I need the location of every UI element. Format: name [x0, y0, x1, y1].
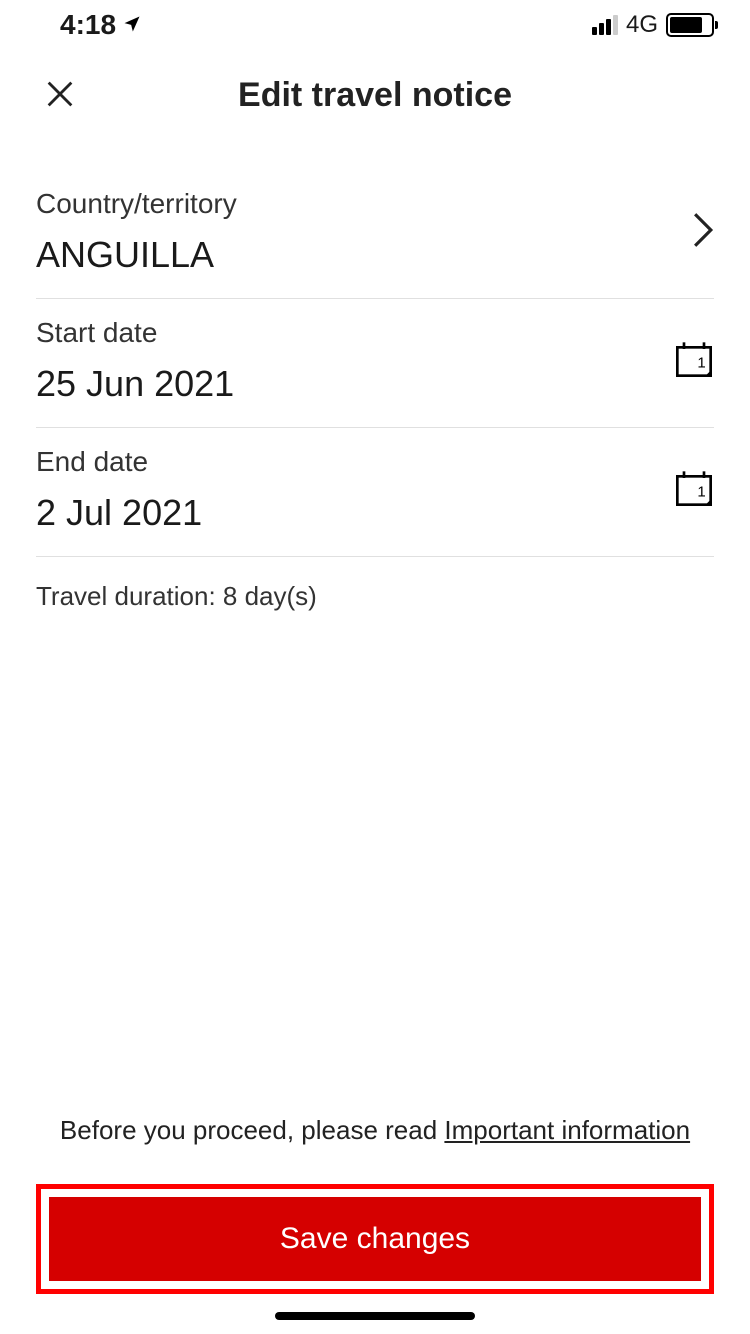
status-bar: 4:18 4G [0, 0, 750, 50]
calendar-icon: 1 [674, 339, 714, 384]
end-date-label: End date [36, 446, 202, 478]
country-field[interactable]: Country/territory ANGUILLA [36, 170, 714, 299]
status-time: 4:18 [60, 9, 116, 41]
battery-icon [666, 13, 714, 37]
start-date-field[interactable]: Start date 25 Jun 2021 1 [36, 299, 714, 428]
svg-text:1: 1 [697, 483, 705, 500]
status-indicators: 4G [592, 11, 714, 39]
home-indicator[interactable] [275, 1312, 475, 1320]
calendar-icon: 1 [674, 468, 714, 513]
end-date-field[interactable]: End date 2 Jul 2021 1 [36, 428, 714, 557]
page-title: Edit travel notice [40, 76, 710, 115]
network-label: 4G [626, 11, 658, 39]
country-label: Country/territory [36, 188, 237, 220]
travel-duration: Travel duration: 8 day(s) [36, 557, 714, 636]
location-icon [122, 9, 142, 41]
start-date-label: Start date [36, 317, 234, 349]
end-date-value: 2 Jul 2021 [36, 492, 202, 534]
important-info-link[interactable]: Important information [444, 1115, 690, 1145]
header: Edit travel notice [0, 50, 750, 140]
close-icon [43, 77, 77, 111]
footer: Before you proceed, please read Importan… [0, 1115, 750, 1334]
footer-prompt: Before you proceed, please read Importan… [36, 1115, 714, 1146]
save-button[interactable]: Save changes [49, 1197, 701, 1281]
signal-icon [592, 15, 618, 35]
chevron-right-icon [692, 211, 714, 254]
start-date-value: 25 Jun 2021 [36, 363, 234, 405]
close-button[interactable] [40, 75, 80, 115]
footer-prompt-text: Before you proceed, please read [60, 1115, 444, 1145]
svg-text:1: 1 [697, 354, 705, 371]
status-time-group: 4:18 [60, 9, 142, 41]
save-button-highlight: Save changes [36, 1184, 714, 1294]
country-value: ANGUILLA [36, 234, 237, 276]
form-content: Country/territory ANGUILLA Start date 25… [0, 140, 750, 636]
